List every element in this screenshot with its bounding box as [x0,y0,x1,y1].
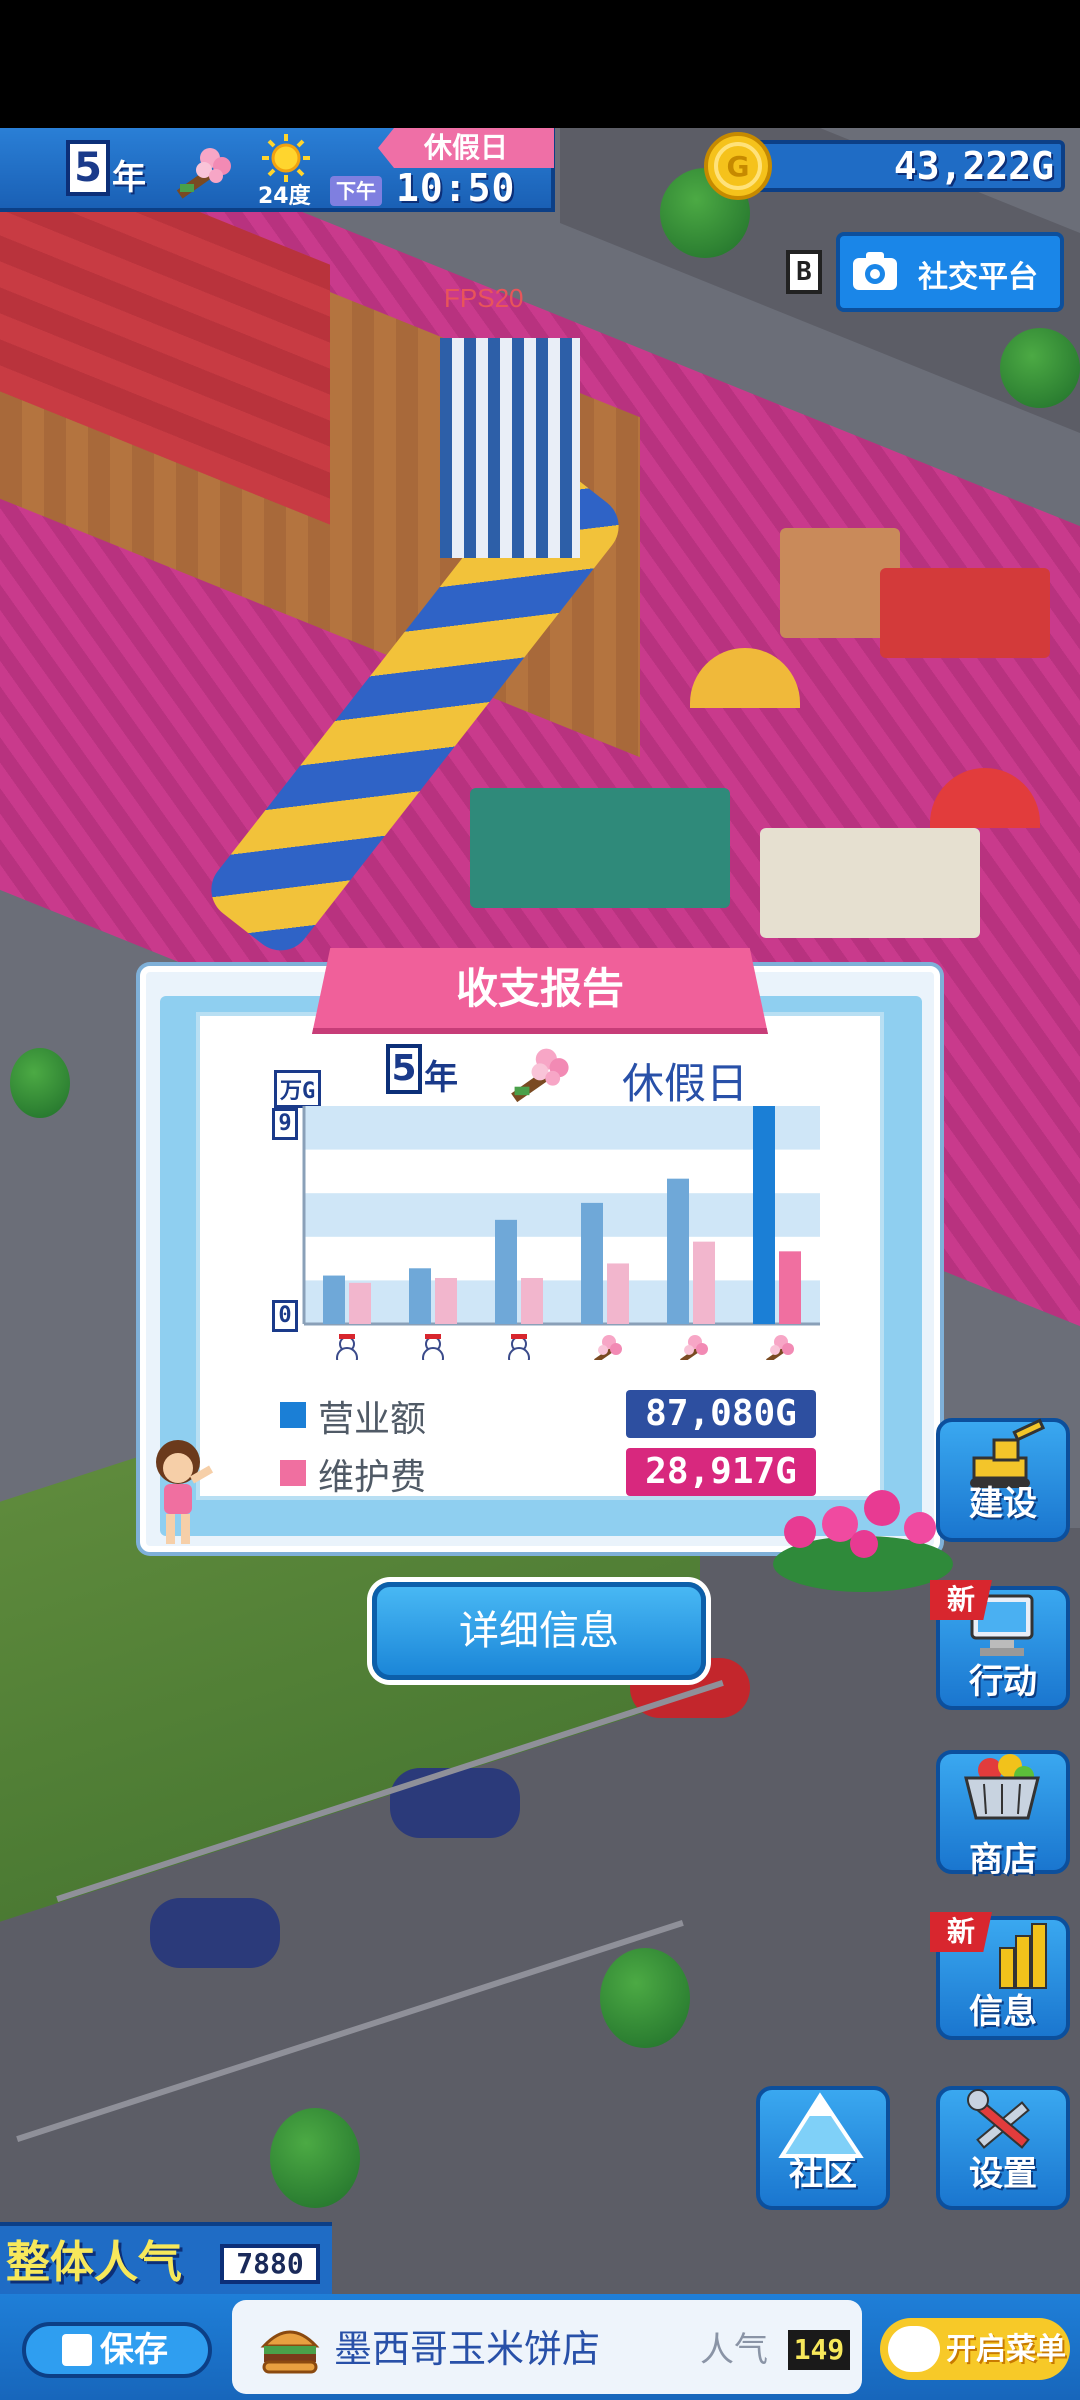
details-button-label[interactable]: 详细信息 [372,1582,706,1680]
stall [760,828,980,938]
money-value: 43,222G [893,144,1054,188]
shop-name: 墨西哥玉米饼店 [334,2327,601,2371]
shop-label: 商店 [969,1840,1037,1880]
tree [600,1948,690,2048]
bar-revenue [409,1268,431,1324]
girl-sprite-icon [156,1440,214,1544]
overall-popularity-label: 整体人气 [6,2237,182,2288]
bar-upkeep [349,1282,371,1324]
grid-band [304,1280,820,1324]
bar-revenue [495,1219,517,1324]
new-badge: 新 [930,1912,992,1952]
shop-popularity-value: 149 [788,2330,850,2370]
bar-revenue [667,1178,689,1324]
sun-icon [262,134,310,182]
tree [10,1048,70,1118]
bar-revenue [581,1202,603,1324]
tree [270,2108,360,2208]
bar-revenue [323,1275,345,1324]
notification-badge[interactable]: B [786,250,822,294]
burger-icon [260,2330,320,2374]
legend-value-revenue: 87,080G [626,1390,816,1438]
clock: 10:50 [396,166,516,210]
open-menu-label: 开启菜单 [946,2332,1066,2367]
day-type-tag: 休假日 [378,128,554,168]
shop-popularity-label: 人气 [700,2330,768,2370]
svg-text:G: G [727,150,750,183]
cherry-blossom-icon [594,1335,622,1360]
cherry-blossom-icon [680,1335,708,1360]
stall [880,568,1050,658]
finance-bar-chart [302,1106,820,1360]
info-label: 信息 [969,1992,1037,2032]
temperature: 24度 [258,184,311,209]
grid-band [304,1106,820,1150]
status-band [0,0,1080,128]
save-icon [62,2334,92,2366]
legend-label-upkeep: 维护费 [318,1457,427,1498]
grid-band [304,1193,820,1237]
car [390,1768,520,1838]
build-label: 建设 [969,1484,1037,1524]
community-label: 社区 [789,2154,857,2194]
overall-popularity-value: 7880 [220,2244,320,2284]
new-badge: 新 [930,1580,992,1620]
legend-swatch-revenue [280,1402,306,1428]
cherry-blossom-icon [766,1335,794,1360]
legend-swatch-upkeep [280,1460,306,1486]
bar-upkeep [693,1241,715,1324]
car [150,1898,280,1968]
report-year-number: 5 [386,1044,422,1094]
social-platform-label: 社交平台 [918,260,1038,295]
bar-upkeep [607,1263,629,1324]
toggle-knob [888,2326,940,2372]
bar-revenue [753,1106,775,1324]
legend-label-revenue: 营业额 [318,1399,427,1440]
slide-tower [440,338,580,558]
stall [470,788,730,908]
bar-upkeep [779,1251,801,1324]
settings-label: 设置 [969,2154,1037,2194]
am-pm-badge: 下午 [330,176,382,206]
report-title: 收支报告 [455,964,624,1013]
shopping-basket-icon [964,1754,1040,1820]
flower-decoration-icon [773,1490,953,1592]
snowman-icon [422,1334,444,1360]
fps-counter: FPS20 [444,283,524,313]
year-unit: 年 [112,158,146,198]
bar-upkeep [435,1277,457,1324]
camera-icon [853,252,897,290]
year-number: 5 [66,140,110,196]
action-label: 行动 [969,1662,1037,1702]
save-label: 保存 [100,2330,168,2370]
snowman-icon [336,1334,358,1360]
coin-icon: G [704,132,772,200]
tree [1000,328,1080,408]
cherry-blossom-icon [176,148,231,199]
report-year-unit: 年 [424,1058,458,1098]
snowman-icon [508,1334,530,1360]
bar-upkeep [521,1277,543,1324]
